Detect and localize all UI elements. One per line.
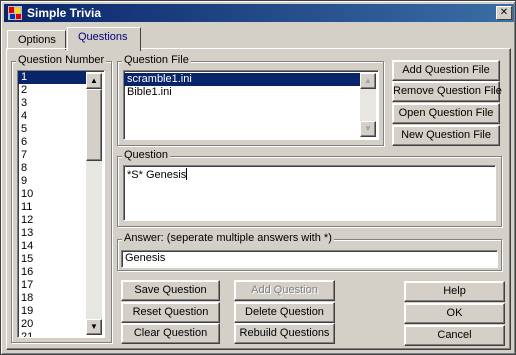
question-file-item[interactable]: scramble1.ini	[124, 73, 360, 86]
question-number-item[interactable]: 2	[18, 84, 86, 97]
question-file-scrollbar[interactable]: ▲ ▼	[360, 73, 376, 137]
question-number-item[interactable]: 15	[18, 253, 86, 266]
question-file-list[interactable]: scramble1.ini Bible1.ini ▲ ▼	[123, 70, 379, 140]
question-number-item[interactable]: 7	[18, 149, 86, 162]
title-bar[interactable]: Simple Trivia ✕	[4, 4, 514, 22]
add-question-button[interactable]: Add Question	[234, 280, 335, 301]
question-number-list[interactable]: 1 2 3 4 5 6 7 8 9 10 11 12 13 14 15 16 17 18 19 20 21 ▲ ▼	[17, 70, 105, 338]
question-number-item[interactable]: 10	[18, 188, 86, 201]
question-number-item[interactable]: 1	[18, 71, 86, 84]
question-number-item[interactable]: 18	[18, 292, 86, 305]
question-file-group: Question File scramble1.ini Bible1.ini ▲ …	[117, 54, 384, 146]
question-textarea[interactable]: *S* Genesis	[123, 165, 496, 221]
close-icon: ✕	[499, 7, 509, 18]
cancel-button[interactable]: Cancel	[404, 325, 505, 346]
question-number-item[interactable]: 21	[18, 331, 86, 337]
tab-options[interactable]: Options	[7, 30, 66, 50]
question-text: *S* Genesis	[127, 169, 187, 181]
question-number-item[interactable]: 14	[18, 240, 86, 253]
rebuild-questions-button[interactable]: Rebuild Questions	[234, 323, 335, 344]
answer-group: Answer: (seperate multiple answers with …	[117, 232, 502, 271]
reset-question-button[interactable]: Reset Question	[121, 302, 220, 323]
questions-panel: Question Number 1 2 3 4 5 6 7 8 9 10 11 12 13 14 15 16 1…	[6, 48, 511, 350]
arrow-up-icon: ▲	[364, 76, 372, 85]
open-question-file-button[interactable]: Open Question File	[392, 103, 500, 124]
simple-trivia-window: Simple Trivia ✕ Options Questions Questi…	[0, 0, 516, 355]
save-question-button[interactable]: Save Question	[121, 280, 220, 301]
question-file-item[interactable]: Bible1.ini	[124, 86, 360, 99]
question-number-item[interactable]: 11	[18, 201, 86, 214]
tab-questions[interactable]: Questions	[67, 27, 141, 51]
scroll-down-button[interactable]: ▼	[86, 319, 102, 335]
close-button[interactable]: ✕	[496, 6, 512, 20]
question-number-item[interactable]: 16	[18, 266, 86, 279]
question-file-label: Question File	[122, 54, 191, 66]
text-caret	[186, 168, 188, 180]
help-button[interactable]: Help	[404, 281, 505, 302]
answer-text: Genesis	[125, 252, 166, 264]
clear-question-button[interactable]: Clear Question	[121, 323, 220, 344]
question-number-item[interactable]: 13	[18, 227, 86, 240]
question-number-item[interactable]: 19	[18, 305, 86, 318]
question-number-item[interactable]: 9	[18, 175, 86, 188]
question-number-item[interactable]: 6	[18, 136, 86, 149]
remove-question-file-button[interactable]: Remove Question File	[392, 81, 502, 102]
question-number-label: Question Number	[16, 54, 107, 66]
question-group: Question *S* Genesis	[117, 149, 502, 227]
question-number-item[interactable]: 8	[18, 162, 86, 175]
window-title: Simple Trivia	[27, 6, 102, 20]
file-scroll-up-button[interactable]: ▲	[360, 73, 376, 89]
arrow-down-icon: ▼	[364, 124, 372, 133]
question-number-item[interactable]: 20	[18, 318, 86, 331]
question-label: Question	[122, 149, 171, 161]
answer-input[interactable]: Genesis	[121, 250, 498, 268]
question-number-item[interactable]: 12	[18, 214, 86, 227]
question-number-scrollbar[interactable]: ▲ ▼	[86, 73, 102, 335]
ok-button[interactable]: OK	[404, 303, 505, 324]
question-number-item[interactable]: 3	[18, 97, 86, 110]
file-scroll-down-button[interactable]: ▼	[360, 121, 376, 137]
scroll-up-button[interactable]: ▲	[86, 73, 102, 89]
scroll-thumb[interactable]	[86, 89, 102, 161]
arrow-up-icon: ▲	[90, 76, 98, 85]
question-number-group: Question Number 1 2 3 4 5 6 7 8 9 10 11 12 13 14 15 16 1…	[11, 54, 112, 343]
delete-question-button[interactable]: Delete Question	[234, 302, 335, 323]
answer-label: Answer: (seperate multiple answers with …	[122, 232, 334, 244]
question-number-item[interactable]: 4	[18, 110, 86, 123]
add-question-file-button[interactable]: Add Question File	[392, 60, 500, 81]
app-icon	[8, 6, 22, 20]
arrow-down-icon: ▼	[90, 322, 98, 331]
new-question-file-button[interactable]: New Question File	[392, 125, 500, 146]
question-number-item[interactable]: 17	[18, 279, 86, 292]
question-number-item[interactable]: 5	[18, 123, 86, 136]
